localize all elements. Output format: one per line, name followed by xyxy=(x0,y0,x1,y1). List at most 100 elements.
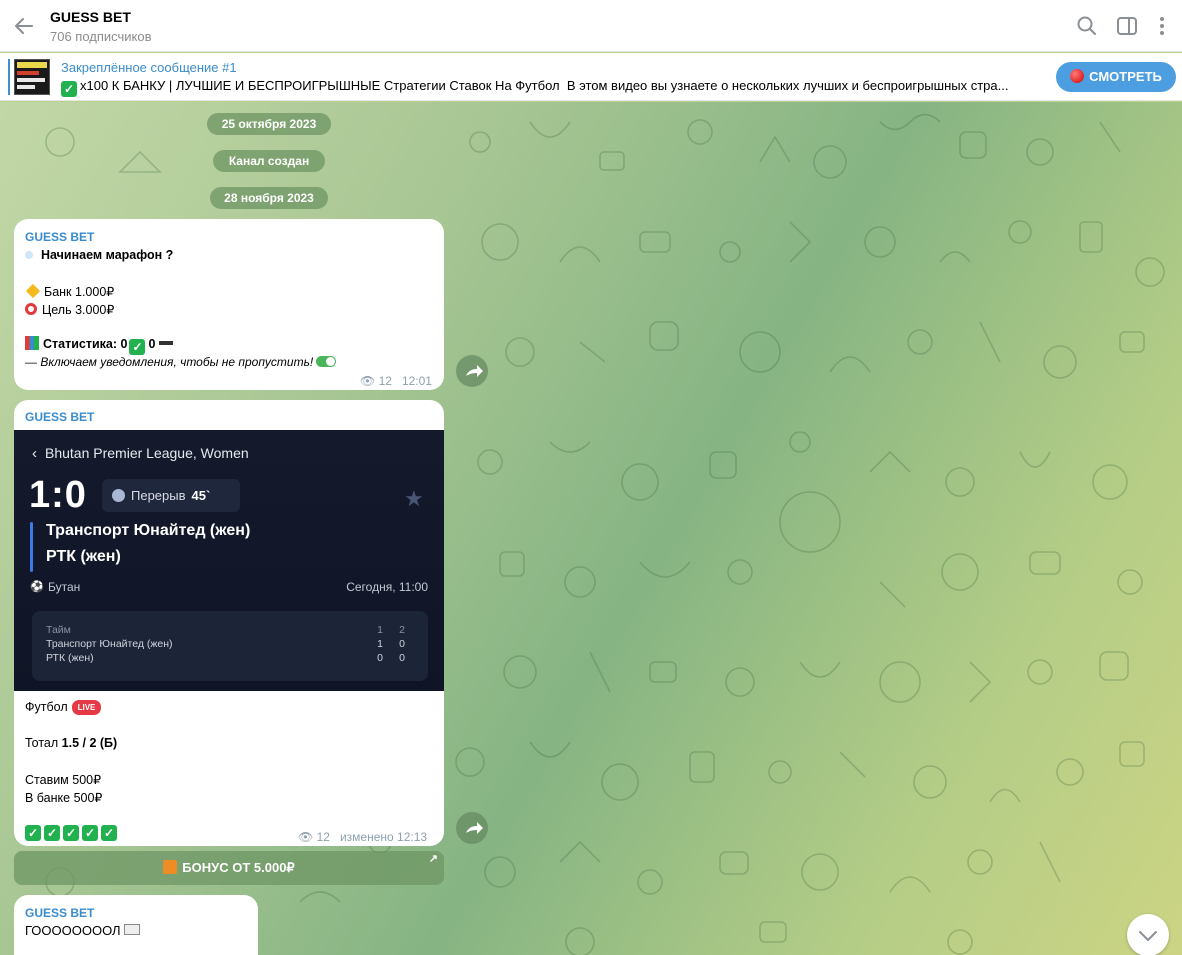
message-bubble[interactable]: GUESS BET Начинаем марафон ? Банк 1.000₽… xyxy=(14,219,444,390)
sport-label: Футбол xyxy=(25,700,68,714)
message-line: — Включаем уведомления, чтобы не пропуст… xyxy=(25,355,337,369)
message-sender[interactable]: GUESS BET xyxy=(25,410,94,424)
view-count: 12 xyxy=(378,374,392,388)
match-period: Перерыв 45` xyxy=(102,479,240,512)
clock-icon xyxy=(112,489,125,502)
live-badge: LIVE xyxy=(71,700,102,715)
message-sender[interactable]: GUESS BET xyxy=(25,906,94,920)
message-meta: 👁 12 изменено 12:13 xyxy=(298,830,427,844)
score-table: Тайм 1 2 Транспорт Юнайтед (жен) 1 0 РТК… xyxy=(32,611,428,681)
pinned-text-title: х100 К БАНКУ | ЛУЧШИЕ И БЕСПРОИГРЫШНЫЕ С… xyxy=(80,78,560,93)
views-icon: 👁 xyxy=(298,830,314,844)
watch-button[interactable]: СМОТРЕТЬ xyxy=(1056,62,1176,92)
subscriber-count: 706 подписчиков xyxy=(50,29,152,44)
back-arrow-icon[interactable] xyxy=(12,14,38,38)
table-cell: 1 xyxy=(377,638,383,650)
red-circle-icon xyxy=(1070,69,1085,83)
match-country: Бутан xyxy=(48,580,81,594)
table-cell: Транспорт Юнайтед (жен) xyxy=(46,638,173,650)
period-label: Перерыв xyxy=(131,488,186,503)
home-team: Транспорт Юнайтед (жен) xyxy=(46,522,251,539)
edited-time: изменено 12:13 xyxy=(339,830,428,844)
chevron-down-icon xyxy=(1139,931,1157,941)
check-mark-icon: ✓ xyxy=(101,825,117,841)
message-line: Цель 3.000₽ xyxy=(25,302,114,317)
message-line-text: — Включаем уведомления, чтобы не пропуст… xyxy=(25,355,314,369)
message-line: ГООООООООЛ xyxy=(25,923,141,938)
message-time: 12:01 xyxy=(401,374,432,388)
more-menu-icon[interactable] xyxy=(1151,15,1173,37)
match-score: 1:0 xyxy=(29,474,87,516)
pinned-message-bar[interactable]: Закреплённое сообщение #1 ✓ х100 К БАНКУ … xyxy=(0,53,1182,101)
league-name-text: Bhutan Premier League, Women xyxy=(45,445,249,461)
message-line: Футбол LIVE xyxy=(25,700,102,715)
target-icon xyxy=(25,303,37,315)
chat-header: GUESS BET 706 подписчиков xyxy=(0,0,1182,52)
check-mark-icon: ✓ xyxy=(63,825,79,841)
bonus-button-label: БОНУС ОТ 5.000₽ xyxy=(182,860,295,875)
pinned-text: ✓ х100 К БАНКУ | ЛУЧШИЕ И БЕСПРОИГРЫШНЫЕ … xyxy=(61,78,1041,97)
bonus-button[interactable]: БОНУС ОТ 5.000₽ ↗ xyxy=(14,851,444,885)
total-value: 1.5 / 2 (Б) xyxy=(61,736,118,750)
message-line: Тотал 1.5 / 2 (Б) xyxy=(25,736,117,750)
views-icon: 👁 xyxy=(360,374,376,388)
message-bubble[interactable]: GUESS BET ‹ Bhutan Premier League, Women … xyxy=(14,400,444,846)
table-cell: 0 xyxy=(399,652,405,664)
message-line-text: Начинаем марафон ? xyxy=(41,248,174,262)
table-cell: 0 xyxy=(377,652,383,664)
team-indicator xyxy=(30,522,33,572)
message-line: Начинаем марафон ? xyxy=(25,248,173,262)
table-header: Тайм xyxy=(46,624,71,636)
message-line: Банк 1.000₽ xyxy=(25,283,115,299)
message-line: Статистика: 0 ✓ 0 xyxy=(25,336,174,355)
minus-icon xyxy=(159,341,174,345)
check-mark-icon: ✓ xyxy=(82,825,98,841)
check-mark-icon: ✓ xyxy=(44,825,60,841)
away-team: РТК (жен) xyxy=(46,548,121,565)
message-line-text: Банк 1.000₽ xyxy=(44,285,115,299)
pinned-thumbnail xyxy=(14,59,50,95)
scroll-down-button[interactable] xyxy=(1127,914,1169,955)
message-line: В банке 500₽ xyxy=(25,791,103,805)
envelope-icon xyxy=(124,924,141,935)
message-sender[interactable]: GUESS BET xyxy=(25,230,94,244)
pinned-indicator xyxy=(8,59,10,95)
stats-label: Статистика: 0 xyxy=(43,337,128,351)
star-icon: ★ xyxy=(404,486,424,511)
search-icon[interactable] xyxy=(1076,15,1098,37)
total-label: Тотал xyxy=(25,736,59,750)
forward-icon[interactable] xyxy=(456,812,488,844)
check-marks: ✓ ✓ ✓ ✓ ✓ xyxy=(25,823,120,841)
match-time: Сегодня, 11:00 xyxy=(346,580,428,594)
chat-area[interactable]: 25 октября 2023 Канал создан 28 ноября 2… xyxy=(0,102,1182,955)
chevron-left-icon: ‹ xyxy=(32,445,37,462)
diamond-icon xyxy=(25,283,41,299)
toggle-icon xyxy=(316,356,337,367)
check-mark-icon: ✓ xyxy=(61,81,77,97)
sidebar-toggle-icon[interactable] xyxy=(1116,15,1138,37)
external-link-icon: ↗ xyxy=(428,853,438,865)
watch-button-label: СМОТРЕТЬ xyxy=(1089,69,1162,84)
forward-icon[interactable] xyxy=(456,355,488,387)
message-bubble[interactable]: GUESS BET ГООООООООЛ xyxy=(14,895,258,955)
gift-icon xyxy=(163,860,178,874)
match-score-image[interactable]: ‹ Bhutan Premier League, Women 1:0 Переры… xyxy=(14,430,444,691)
table-cell: РТК (жен) xyxy=(46,652,94,664)
channel-title[interactable]: GUESS BET xyxy=(50,9,131,25)
table-header: 1 xyxy=(377,624,383,636)
message-line-text: Цель 3.000₽ xyxy=(42,303,115,317)
pinned-text-preview: В этом видео вы узнаете о нескольких луч… xyxy=(566,78,1009,93)
check-mark-icon: ✓ xyxy=(129,339,146,355)
service-message: Канал создан xyxy=(213,150,325,172)
bullet-icon xyxy=(25,251,33,259)
pinned-title: Закреплённое сообщение #1 xyxy=(61,60,237,75)
period-minute: 45` xyxy=(191,488,211,503)
league-name: ‹ Bhutan Premier League, Women xyxy=(32,445,249,462)
date-separator: 25 октября 2023 xyxy=(207,113,331,135)
stats-value: 0 xyxy=(148,337,156,351)
date-separator: 28 ноября 2023 xyxy=(210,187,328,209)
message-line: Ставим 500₽ xyxy=(25,773,102,787)
chart-icon xyxy=(25,336,39,350)
check-mark-icon: ✓ xyxy=(25,825,41,841)
table-header: 2 xyxy=(399,624,405,636)
